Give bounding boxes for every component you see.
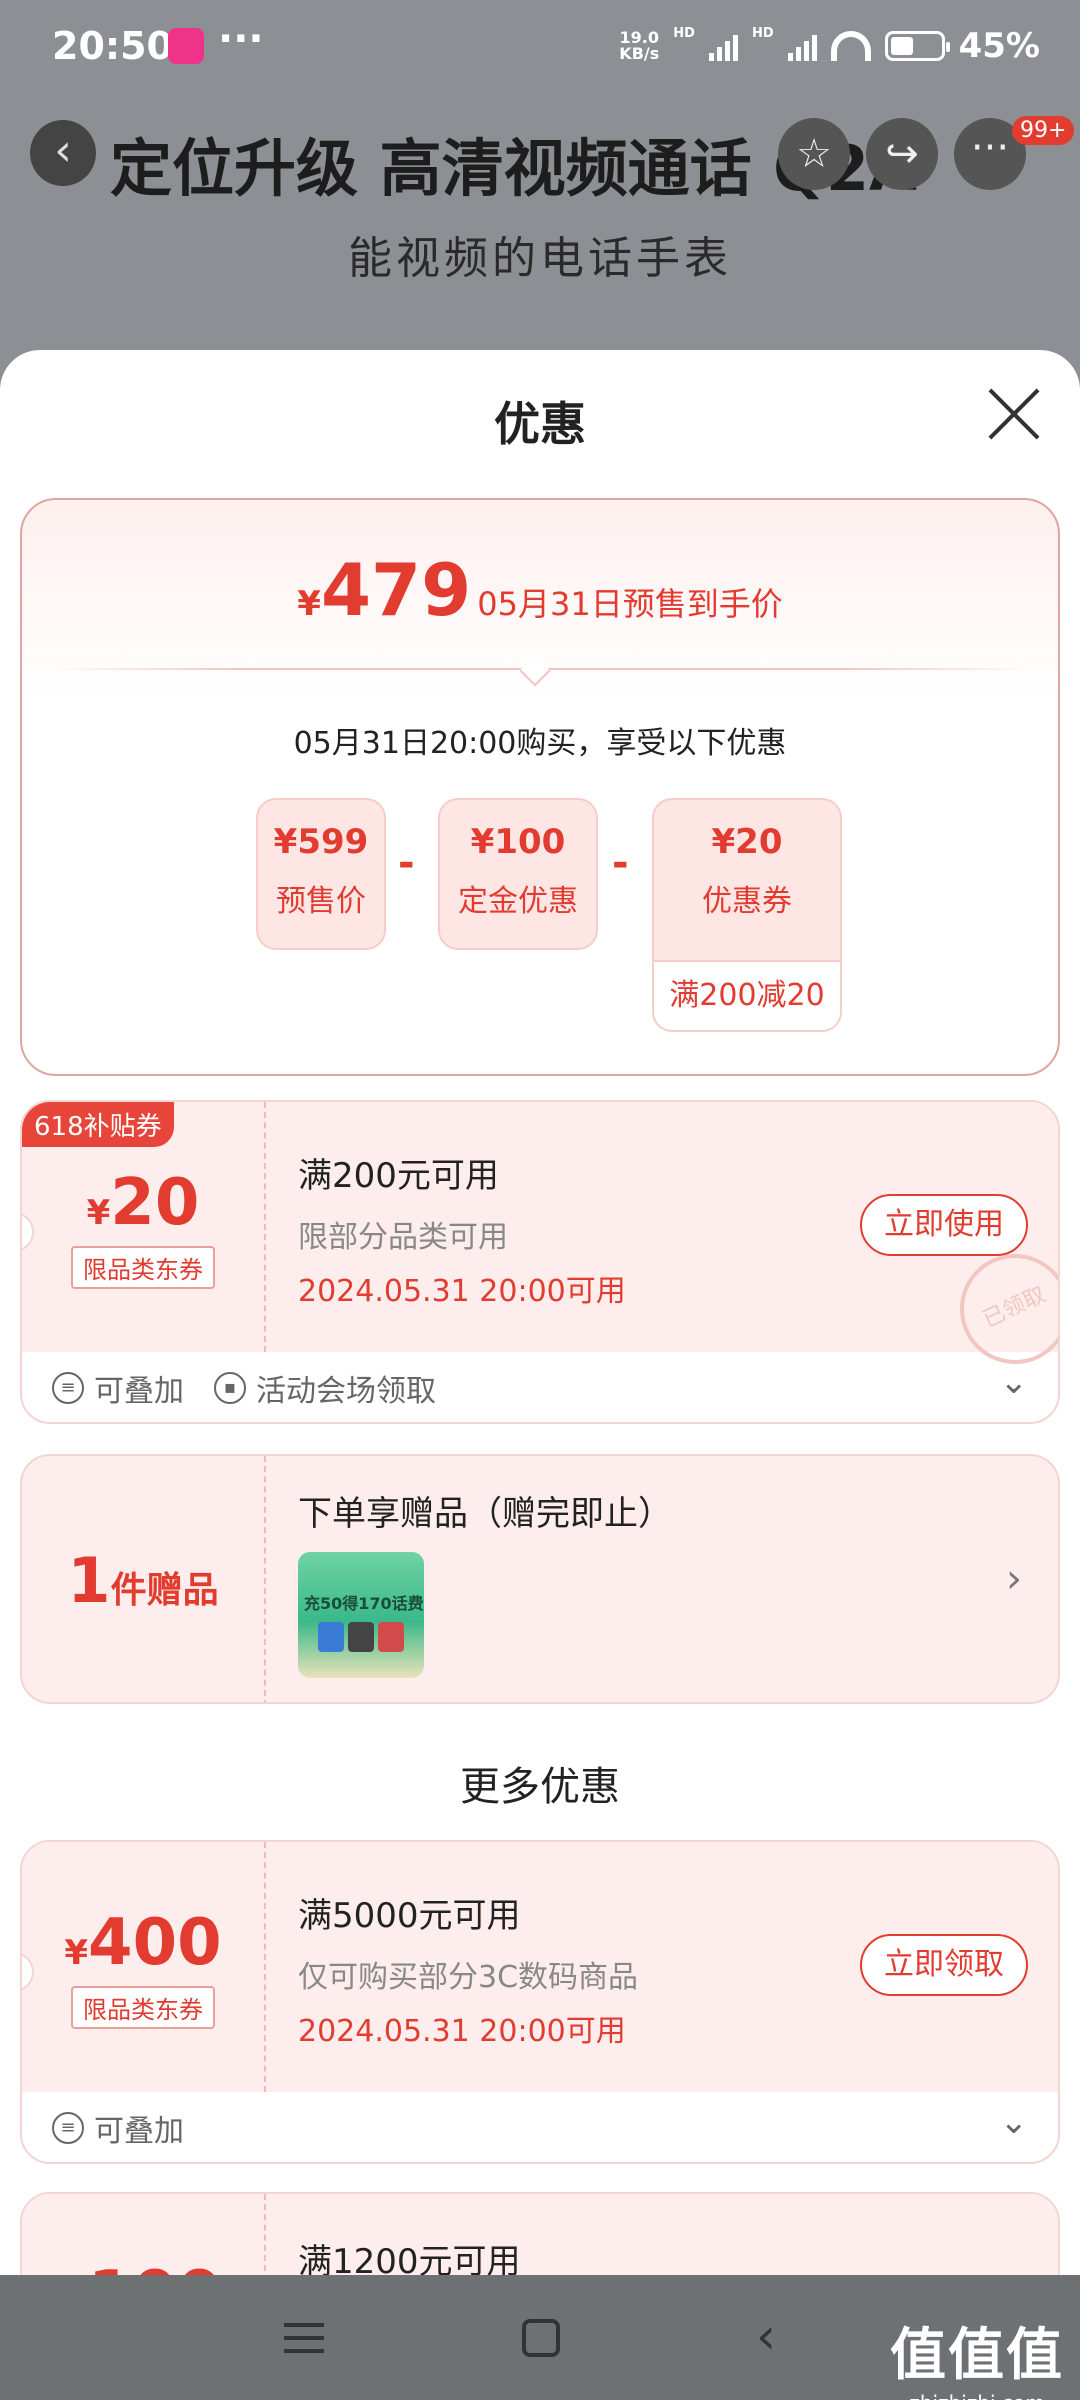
coupon-date: 2024.05.31 20:00可用 — [298, 1274, 626, 1309]
app-notification-icon — [168, 28, 204, 64]
network-speed: 19.0 KB/s — [619, 28, 660, 63]
gift-count: 1 — [67, 1544, 111, 1617]
coupon-title: 满5000元可用 — [298, 1896, 521, 1936]
use-now-button[interactable]: 立即使用 — [860, 1194, 1028, 1256]
final-price-desc: 05月31日预售到手价 — [477, 585, 783, 623]
coupon-desc: 限部分品类可用 — [298, 1220, 508, 1255]
gift-card[interactable]: 1件赠品 下单享赠品（赠完即止） 充50得170话费 › — [20, 1454, 1060, 1704]
coupon-value-area: ¥400 限品类东券 — [22, 1842, 266, 2092]
coupon-discount-box: ¥20 优惠券 满200减20 — [652, 798, 842, 1032]
coupon-value: 20 — [110, 1166, 200, 1240]
gift-count-area: 1件赠品 — [22, 1456, 266, 1702]
wifi-icon — [830, 31, 871, 61]
gift-image[interactable]: 充50得170话费 — [298, 1552, 424, 1678]
watermark: 值值值 zhizhizhi.com — [890, 2323, 1064, 2400]
hd-label: HD — [673, 26, 695, 41]
chevron-down-icon[interactable]: ⌄ — [1000, 1362, 1029, 1402]
discount-sheet: 优惠 ¥479 05月31日预售到手价 05月31日20:00购买，享受以下优惠 … — [0, 350, 1080, 2275]
signal-icon — [708, 31, 738, 61]
subsidy-tag: 618补贴券 — [22, 1102, 174, 1147]
minus-sign: - — [398, 840, 415, 886]
battery-percent: 45% — [958, 26, 1040, 66]
claim-now-button[interactable]: 立即领取 — [860, 1934, 1028, 1996]
coupon-card-400: ¥400 限品类东券 满5000元可用 仅可购买部分3C数码商品 2024.05… — [20, 1840, 1060, 2164]
coupon-condition: 满200减20 — [654, 960, 840, 1030]
coupon-type: 限品类东券 — [71, 1246, 215, 1289]
stackable-label: 可叠加 — [94, 2114, 184, 2149]
stack-icon: ≡ — [52, 2112, 84, 2144]
product-page-background: 20:50 ··· 19.0 KB/s HD HD 45% ‹ 定位升级 高清视… — [0, 0, 1080, 400]
message-badge: 99+ — [1012, 116, 1075, 145]
stack-icon: ≡ — [52, 1372, 84, 1404]
gift-image-text: 充50得170话费 — [304, 1594, 424, 1613]
close-icon[interactable] — [986, 386, 1042, 442]
minus-sign-2: - — [612, 840, 629, 886]
chevron-down-icon[interactable]: ⌄ — [1000, 2102, 1029, 2142]
sheet-title: 优惠 — [494, 397, 586, 451]
final-price: 479 — [320, 548, 472, 632]
more-offers-title: 更多优惠 — [460, 1764, 620, 1810]
gift-title: 下单享赠品（赠完即止） — [298, 1494, 672, 1534]
coupon-desc: 仅可购买部分3C数码商品 — [298, 1960, 639, 1995]
coupon-card-100: ¥100 满1200元可用 — [20, 2192, 1060, 2275]
coupon-card-618: ¥20 限品类东券 618补贴券 满200元可用 限部分品类可用 2024.05… — [20, 1100, 1060, 1424]
coupon-value: 100 — [88, 2258, 222, 2275]
coupon-title: 满1200元可用 — [298, 2242, 521, 2275]
coupon-title: 满200元可用 — [298, 1156, 499, 1196]
coupon-value-area: ¥100 — [22, 2194, 266, 2275]
presale-price-box: ¥599 预售价 — [256, 798, 386, 950]
product-subtitle: 能视频的电话手表 — [348, 233, 732, 284]
final-price-line: ¥479 05月31日预售到手价 — [297, 548, 783, 632]
coupon-footer[interactable]: ≡ 可叠加 ▪ 活动会场领取 ⌄ — [22, 1352, 1058, 1422]
divider-notch — [519, 655, 551, 687]
hd-label-2: HD — [751, 26, 774, 41]
status-bar: 20:50 ··· 19.0 KB/s HD HD 45% — [0, 0, 1080, 96]
stackable-label: 可叠加 — [94, 1374, 184, 1409]
share-icon[interactable]: ↪ — [866, 118, 938, 190]
chevron-right-icon[interactable]: › — [1006, 1556, 1022, 1602]
coupon-source-label: 活动会场领取 — [256, 1374, 436, 1409]
recent-apps-icon[interactable] — [284, 2323, 324, 2353]
coupon-date: 2024.05.31 20:00可用 — [298, 2014, 626, 2049]
coupon-footer[interactable]: ≡ 可叠加 ⌄ — [22, 2092, 1058, 2162]
ticket-icon: ▪ — [214, 1372, 246, 1404]
coupon-type: 限品类东券 — [71, 1986, 215, 2029]
purchase-condition: 05月31日20:00购买，享受以下优惠 — [293, 726, 787, 761]
back-button[interactable]: ‹ — [30, 120, 96, 186]
deposit-discount-box: ¥100 定金优惠 — [438, 798, 598, 950]
battery-icon — [884, 31, 950, 61]
price-summary-card: ¥479 05月31日预售到手价 05月31日20:00购买，享受以下优惠 ¥59… — [20, 498, 1060, 1076]
favorite-star-icon[interactable]: ☆ — [778, 118, 850, 190]
status-time: 20:50 — [52, 24, 173, 68]
home-icon[interactable] — [522, 2319, 560, 2357]
more-notifications-icon: ··· — [218, 16, 264, 62]
coupon-value: 400 — [88, 1906, 222, 1980]
back-icon[interactable]: ‹ — [756, 2307, 776, 2365]
signal-icon-2 — [787, 31, 817, 61]
